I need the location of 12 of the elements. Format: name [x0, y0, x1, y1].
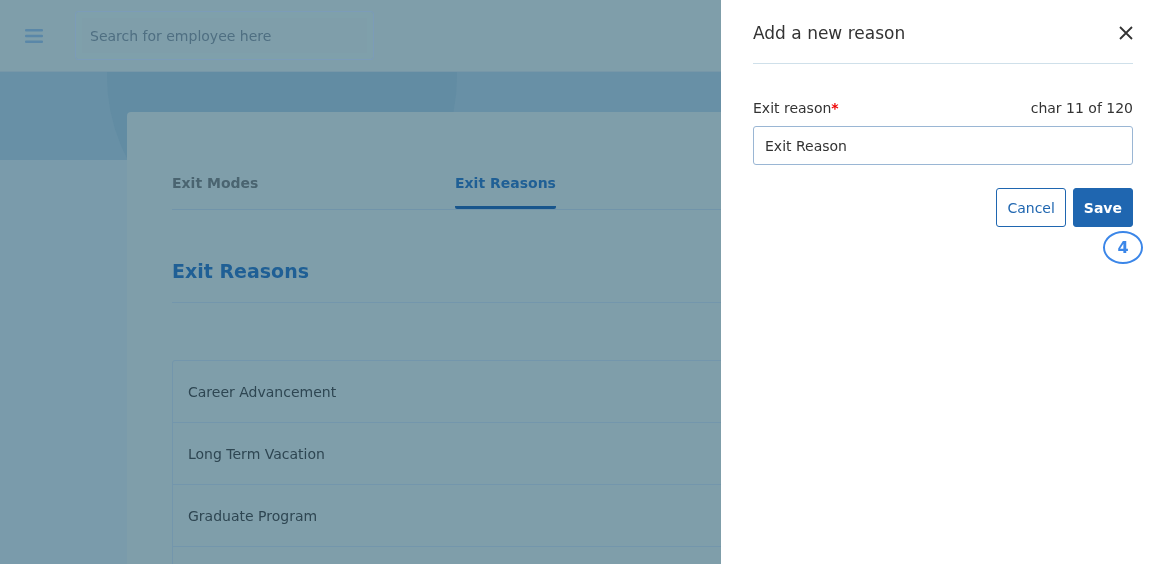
close-icon[interactable] [1119, 25, 1133, 40]
char-counter: char 11 of 120 [1030, 100, 1133, 116]
tab[interactable]: Exit Reasons [455, 174, 556, 209]
required-mark: * [831, 100, 839, 116]
step-badge: 4 [1103, 231, 1143, 264]
exit-reason-field[interactable]: Exit Reason [753, 126, 1133, 165]
field-label: Exit reason* [753, 100, 839, 116]
save-button[interactable]: Save [1072, 188, 1133, 227]
section-title: Exit Reasons [172, 260, 310, 282]
tab[interactable]: Exit Modes [172, 174, 455, 209]
drawer-title: Add a new reason [753, 22, 906, 43]
cancel-button[interactable]: Cancel [996, 188, 1066, 227]
